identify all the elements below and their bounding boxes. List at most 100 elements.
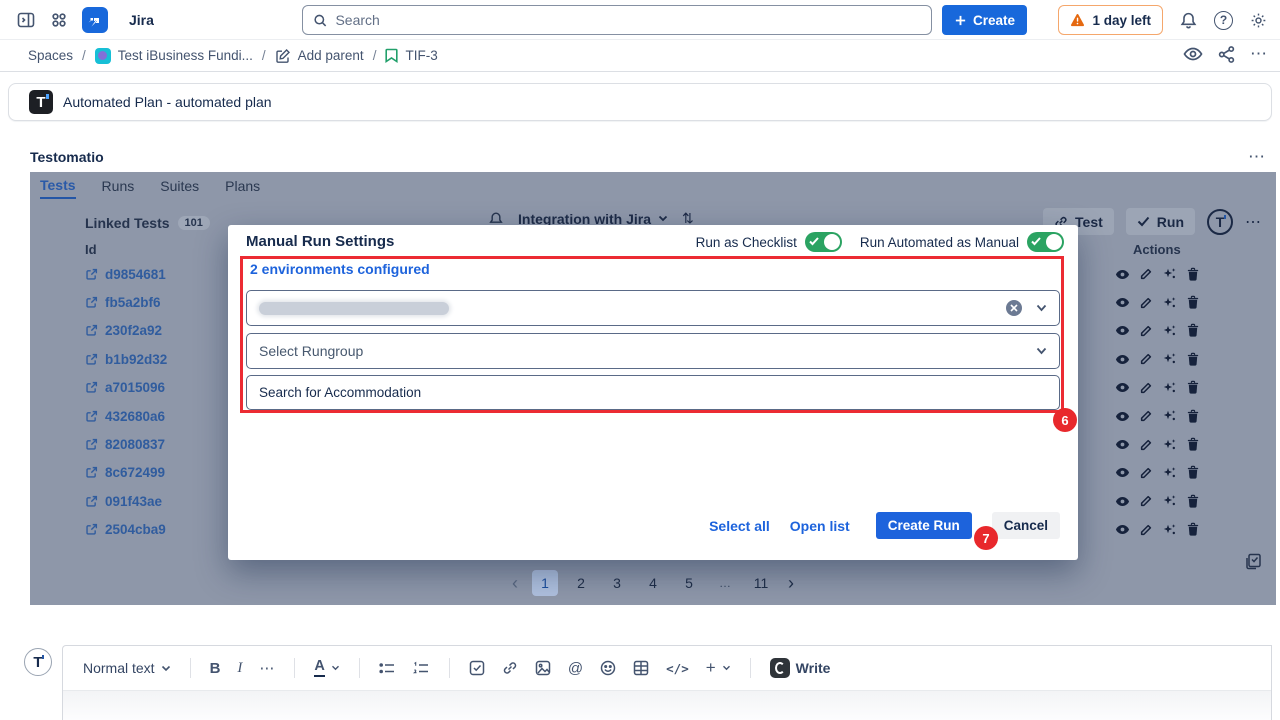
select-all-button[interactable]: Select all — [709, 518, 770, 534]
test-id-link[interactable]: fb5a2bf6 — [105, 295, 161, 310]
automated-plan-card[interactable]: T Automated Plan - automated plan — [8, 83, 1272, 121]
edit-icon[interactable] — [1139, 438, 1153, 452]
emoji-icon[interactable] — [600, 660, 616, 676]
test-id-link[interactable]: 432680a6 — [105, 409, 165, 424]
test-id-link[interactable]: 82080837 — [105, 437, 165, 452]
test-id-link[interactable]: 230f2a92 — [105, 323, 162, 338]
ai-sparkles-icon[interactable] — [1162, 267, 1177, 281]
test-id-link[interactable]: 2504cba9 — [105, 522, 166, 537]
edit-icon[interactable] — [1139, 494, 1153, 508]
edit-icon[interactable] — [1139, 466, 1153, 480]
search-tests-input[interactable]: Search for Accommodation — [246, 375, 1060, 410]
ai-sparkles-icon[interactable] — [1162, 494, 1177, 508]
view-icon[interactable] — [1115, 352, 1130, 367]
edit-icon[interactable] — [1139, 296, 1153, 310]
edit-icon[interactable] — [1139, 324, 1153, 338]
create-button[interactable]: Create — [942, 5, 1027, 35]
ai-sparkles-icon[interactable] — [1162, 381, 1177, 395]
link-icon[interactable] — [502, 660, 518, 676]
global-search[interactable] — [302, 5, 932, 35]
create-run-button[interactable]: Create Run — [876, 512, 972, 539]
pagination-page[interactable]: 11 — [748, 570, 774, 596]
view-icon[interactable] — [1115, 409, 1130, 424]
view-icon[interactable] — [1115, 437, 1130, 452]
view-icon[interactable] — [1115, 522, 1130, 537]
ai-write-button[interactable]: Write — [770, 658, 831, 678]
app-switcher-icon[interactable] — [50, 11, 68, 29]
search-input[interactable] — [335, 12, 921, 28]
pagination-prev[interactable]: ‹ — [508, 573, 522, 594]
test-id-link[interactable]: 091f43ae — [105, 494, 162, 509]
delete-icon[interactable] — [1186, 409, 1200, 424]
widget-actions-more-icon[interactable]: ⋯ — [1245, 212, 1262, 232]
open-list-button[interactable]: Open list — [790, 518, 850, 534]
help-icon[interactable]: ? — [1214, 11, 1233, 30]
test-id-link[interactable]: a7015096 — [105, 380, 165, 395]
chevron-down-icon[interactable] — [1036, 304, 1047, 312]
testomatio-circle-logo[interactable]: T — [1207, 209, 1233, 235]
breadcrumb-issue[interactable]: TIF-3 — [385, 48, 437, 63]
clear-icon[interactable] — [1006, 300, 1022, 316]
environments-configured-link[interactable]: 2 environments configured — [250, 261, 430, 277]
delete-icon[interactable] — [1186, 267, 1200, 282]
test-id-link[interactable]: d9854681 — [105, 267, 166, 282]
pagination-page[interactable]: 2 — [568, 570, 594, 596]
edit-icon[interactable] — [1139, 352, 1153, 366]
delete-icon[interactable] — [1186, 295, 1200, 310]
table-icon[interactable] — [633, 660, 649, 676]
bold-button[interactable]: B — [210, 660, 221, 677]
text-format-more-icon[interactable]: ⋯ — [259, 659, 275, 677]
edit-icon[interactable] — [1139, 523, 1153, 537]
editor-content-area[interactable] — [63, 691, 1271, 720]
delete-icon[interactable] — [1186, 437, 1200, 452]
bullet-list-icon[interactable] — [379, 661, 396, 676]
more-icon[interactable]: ⋯ — [1250, 44, 1268, 64]
numbered-list-icon[interactable] — [413, 661, 430, 676]
insert-more-button[interactable]: + — [706, 658, 731, 678]
ai-sparkles-icon[interactable] — [1162, 466, 1177, 480]
view-icon[interactable] — [1115, 267, 1130, 282]
ai-sparkles-icon[interactable] — [1162, 352, 1177, 366]
jira-logo[interactable] — [82, 7, 108, 33]
ai-sparkles-icon[interactable] — [1162, 324, 1177, 338]
pagination-next[interactable]: › — [784, 573, 798, 594]
view-icon[interactable] — [1115, 295, 1130, 310]
view-icon[interactable] — [1115, 323, 1130, 338]
pagination-page[interactable]: 5 — [676, 570, 702, 596]
breadcrumb-spaces[interactable]: Spaces — [28, 48, 73, 63]
task-checkbox-icon[interactable] — [469, 660, 485, 676]
delete-icon[interactable] — [1186, 380, 1200, 395]
chevron-down-icon[interactable] — [1036, 347, 1047, 355]
image-icon[interactable] — [535, 660, 551, 676]
test-id-link[interactable]: b1b92d32 — [105, 352, 167, 367]
tab-tests[interactable]: Tests — [40, 177, 76, 199]
watch-eye-icon[interactable] — [1183, 44, 1203, 64]
code-block-icon[interactable]: </> — [666, 661, 689, 676]
sidebar-toggle-icon[interactable] — [16, 10, 36, 30]
settings-gear-icon[interactable] — [1249, 11, 1268, 30]
ai-sparkles-icon[interactable] — [1162, 409, 1177, 423]
run-automated-as-manual-toggle[interactable] — [1027, 232, 1064, 252]
breadcrumb-space[interactable]: Test iBusiness Fundi... — [95, 48, 253, 64]
share-icon[interactable] — [1217, 44, 1236, 64]
tab-plans[interactable]: Plans — [225, 178, 260, 198]
ai-sparkles-icon[interactable] — [1162, 296, 1177, 310]
pagination-page[interactable]: 4 — [640, 570, 666, 596]
widget-more-icon[interactable]: ⋯ — [1248, 147, 1266, 167]
notifications-icon[interactable] — [1179, 11, 1198, 30]
environment-select[interactable] — [246, 290, 1060, 326]
delete-icon[interactable] — [1186, 323, 1200, 338]
mention-icon[interactable]: @ — [568, 660, 583, 677]
pagination-page[interactable]: 3 — [604, 570, 630, 596]
delete-icon[interactable] — [1186, 352, 1200, 367]
edit-icon[interactable] — [1139, 267, 1153, 281]
view-icon[interactable] — [1115, 465, 1130, 480]
tab-runs[interactable]: Runs — [102, 178, 135, 198]
test-id-link[interactable]: 8c672499 — [105, 465, 165, 480]
view-icon[interactable] — [1115, 380, 1130, 395]
run-as-checklist-toggle[interactable] — [805, 232, 842, 252]
text-style-dropdown[interactable]: Normal text — [83, 660, 171, 676]
italic-button[interactable]: I — [237, 660, 242, 677]
cancel-button[interactable]: Cancel — [992, 512, 1060, 539]
checklist-icon[interactable] — [1245, 553, 1262, 570]
